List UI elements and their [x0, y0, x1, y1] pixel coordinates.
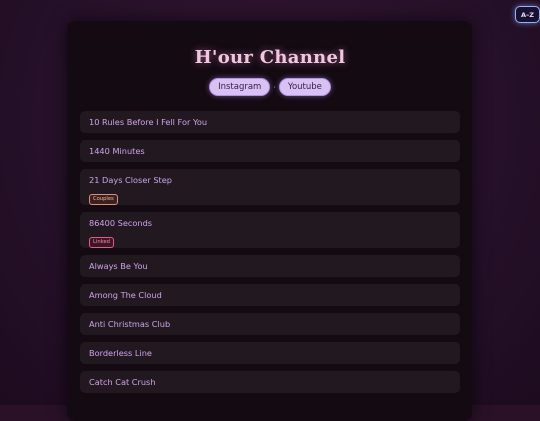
list-item[interactable]: Anti Christmas Club [80, 313, 460, 335]
list-item[interactable]: Catch Cat Crush [80, 371, 460, 393]
list-item-title: 1440 Minutes [89, 146, 145, 156]
list-item[interactable]: 86400 Seconds Linked [80, 212, 460, 248]
video-list: 10 Rules Before I Fell For You 1440 Minu… [80, 111, 460, 400]
linked-badge: Linked [89, 237, 114, 248]
list-item-title: Among The Cloud [89, 290, 162, 300]
youtube-link[interactable]: Youtube [279, 78, 331, 96]
list-item[interactable]: 1440 Minutes [80, 140, 460, 162]
list-item[interactable]: 21 Days Closer Step Couples [80, 169, 460, 205]
instagram-link[interactable]: Instagram [209, 78, 270, 96]
couples-badge: Couples [89, 194, 118, 205]
list-item-title: 86400 Seconds [89, 218, 451, 228]
list-item-title: Catch Cat Crush [89, 377, 156, 387]
list-item[interactable]: Among The Cloud [80, 284, 460, 306]
list-item[interactable]: 10 Rules Before I Fell For You [80, 111, 460, 133]
social-links: Instagram · Youtube [0, 78, 540, 96]
list-item-title: 21 Days Closer Step [89, 175, 451, 185]
list-item-title: Borderless Line [89, 348, 152, 358]
list-item[interactable]: Borderless Line [80, 342, 460, 364]
list-item-title: Always Be You [89, 261, 148, 271]
list-item[interactable]: Always Be You [80, 255, 460, 277]
list-item-title: 10 Rules Before I Fell For You [89, 117, 207, 127]
page-title: H'our Channel [0, 47, 540, 68]
list-item-title: Anti Christmas Club [89, 319, 170, 329]
link-separator: · [273, 83, 276, 92]
sort-az-button[interactable]: A–Z [515, 6, 540, 23]
